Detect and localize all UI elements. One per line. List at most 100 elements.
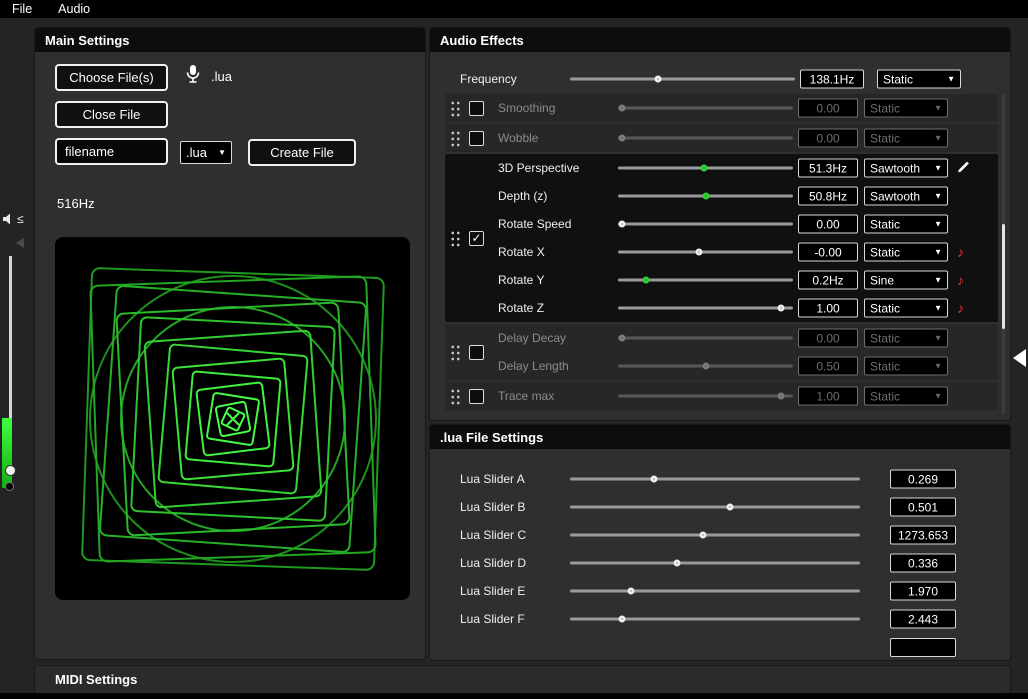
slider-thumb[interactable] xyxy=(654,76,661,83)
lua-value-box[interactable]: 0.501 xyxy=(890,498,956,517)
slider-thumb[interactable] xyxy=(777,305,784,312)
effect-value-box[interactable]: 0.00 xyxy=(798,329,858,348)
lua-slider[interactable] xyxy=(570,493,860,521)
effect-row: Rotate Y 0.2Hz Sine ▼ ♪ xyxy=(495,266,998,294)
lua-value-box[interactable]: 0.269 xyxy=(890,470,956,489)
create-file-button[interactable]: Create File xyxy=(248,139,356,166)
slider-thumb[interactable] xyxy=(726,504,733,511)
effect-mode-dropdown[interactable]: Static ▼ xyxy=(864,129,948,148)
effect-checkbox[interactable] xyxy=(469,101,484,116)
effect-value-box[interactable]: -0.00 xyxy=(798,243,858,262)
lua-value-box[interactable]: 1273.653 xyxy=(890,526,956,545)
effect-slider[interactable] xyxy=(618,324,793,352)
menu-file[interactable]: File xyxy=(12,2,32,16)
effect-value-box[interactable]: 1.00 xyxy=(798,387,858,406)
midi-learn-icon[interactable]: ♪ xyxy=(957,273,964,287)
slider-thumb[interactable] xyxy=(618,221,625,228)
effect-mode-dropdown[interactable]: Static ▼ xyxy=(864,299,948,318)
effect-value-box[interactable]: 50.8Hz xyxy=(798,187,858,206)
lua-value-box[interactable]: 1.970 xyxy=(890,582,956,601)
slider-thumb[interactable] xyxy=(702,363,709,370)
effect-value-box[interactable]: 0.00 xyxy=(798,215,858,234)
effect-checkbox[interactable] xyxy=(469,131,484,146)
midi-settings-header[interactable]: MIDI Settings xyxy=(35,666,1010,693)
effect-slider[interactable] xyxy=(618,382,793,410)
effect-mode-dropdown[interactable]: Sawtooth ▼ xyxy=(864,187,948,206)
lua-value-box[interactable]: 0.336 xyxy=(890,554,956,573)
drag-handle-icon[interactable] xyxy=(450,230,461,247)
effects-scrollbar[interactable] xyxy=(1002,94,1005,414)
effect-value-box[interactable]: 0.00 xyxy=(798,99,858,118)
speaker-icon[interactable] xyxy=(2,212,16,231)
effect-checkbox[interactable] xyxy=(469,231,484,246)
effect-slider[interactable] xyxy=(618,124,793,152)
effect-slider[interactable] xyxy=(618,94,793,122)
slider-thumb[interactable] xyxy=(627,588,634,595)
slider-thumb[interactable] xyxy=(700,165,707,172)
volume-slider-thumb[interactable] xyxy=(5,465,16,476)
effect-value-box[interactable]: 0.00 xyxy=(798,129,858,148)
microphone-icon[interactable] xyxy=(185,64,201,89)
effect-mode-dropdown[interactable]: Sine ▼ xyxy=(864,271,948,290)
effect-slider[interactable] xyxy=(618,154,793,182)
slider-thumb[interactable] xyxy=(674,560,681,567)
lua-slider[interactable] xyxy=(570,521,860,549)
slider-thumb[interactable] xyxy=(643,277,650,284)
drag-handle-icon[interactable] xyxy=(450,130,461,147)
frequency-slider[interactable] xyxy=(570,66,795,92)
effect-value-box[interactable]: 1.00 xyxy=(798,299,858,318)
effect-checkbox[interactable] xyxy=(469,345,484,360)
effect-value-box[interactable]: 0.50 xyxy=(798,357,858,376)
slider-thumb[interactable] xyxy=(618,335,625,342)
slider-thumb[interactable] xyxy=(777,393,784,400)
effect-slider[interactable] xyxy=(618,266,793,294)
effect-slider[interactable] xyxy=(618,238,793,266)
effect-slider[interactable] xyxy=(618,210,793,238)
lua-value-box-partial[interactable] xyxy=(890,638,956,657)
drag-handle-icon[interactable] xyxy=(450,344,461,361)
frequency-value-box[interactable]: 138.1Hz xyxy=(800,70,864,89)
choose-file-button[interactable]: Choose File(s) xyxy=(55,64,168,91)
effect-mode-dropdown[interactable]: Static ▼ xyxy=(864,99,948,118)
slider-thumb[interactable] xyxy=(700,532,707,539)
effect-mode-dropdown[interactable]: Sawtooth ▼ xyxy=(864,159,948,178)
edit-icon[interactable] xyxy=(957,161,970,176)
volume-knob[interactable] xyxy=(5,482,14,491)
audio-effects-header[interactable]: Audio Effects xyxy=(430,28,1010,52)
effect-checkbox[interactable] xyxy=(469,389,484,404)
main-settings-header[interactable]: Main Settings xyxy=(35,28,425,52)
file-ext-dropdown[interactable]: .lua ▼ xyxy=(180,141,232,164)
slider-thumb[interactable] xyxy=(702,193,709,200)
scrollbar-thumb[interactable] xyxy=(1002,224,1005,329)
slider-thumb[interactable] xyxy=(619,616,626,623)
lua-slider[interactable] xyxy=(570,549,860,577)
lua-settings-header[interactable]: .lua File Settings xyxy=(430,425,1010,449)
expand-panel-icon[interactable] xyxy=(1013,349,1026,367)
lua-slider[interactable] xyxy=(570,605,860,633)
effect-value-box[interactable]: 51.3Hz xyxy=(798,159,858,178)
lua-value-box[interactable]: 2.443 xyxy=(890,610,956,629)
effect-slider[interactable] xyxy=(618,352,793,380)
drag-handle-icon[interactable] xyxy=(450,388,461,405)
slider-thumb[interactable] xyxy=(651,476,658,483)
effect-slider[interactable] xyxy=(618,294,793,322)
effect-slider[interactable] xyxy=(618,182,793,210)
menu-audio[interactable]: Audio xyxy=(58,2,90,16)
slider-thumb[interactable] xyxy=(695,249,702,256)
lua-slider[interactable] xyxy=(570,465,860,493)
close-file-button[interactable]: Close File xyxy=(55,101,168,128)
slider-thumb[interactable] xyxy=(618,105,625,112)
drag-handle-icon[interactable] xyxy=(450,100,461,117)
slider-thumb[interactable] xyxy=(618,135,625,142)
midi-learn-icon[interactable]: ♪ xyxy=(957,245,964,259)
filename-input[interactable] xyxy=(55,138,168,165)
effect-mode-dropdown[interactable]: Static ▼ xyxy=(864,329,948,348)
effect-mode-dropdown[interactable]: Static ▼ xyxy=(864,387,948,406)
frequency-mode-dropdown[interactable]: Static ▼ xyxy=(877,70,961,89)
effect-mode-dropdown[interactable]: Static ▼ xyxy=(864,243,948,262)
effect-value-box[interactable]: 0.2Hz xyxy=(798,271,858,290)
midi-learn-icon[interactable]: ♪ xyxy=(957,301,964,315)
lua-slider[interactable] xyxy=(570,577,860,605)
effect-mode-dropdown[interactable]: Static ▼ xyxy=(864,357,948,376)
effect-mode-dropdown[interactable]: Static ▼ xyxy=(864,215,948,234)
